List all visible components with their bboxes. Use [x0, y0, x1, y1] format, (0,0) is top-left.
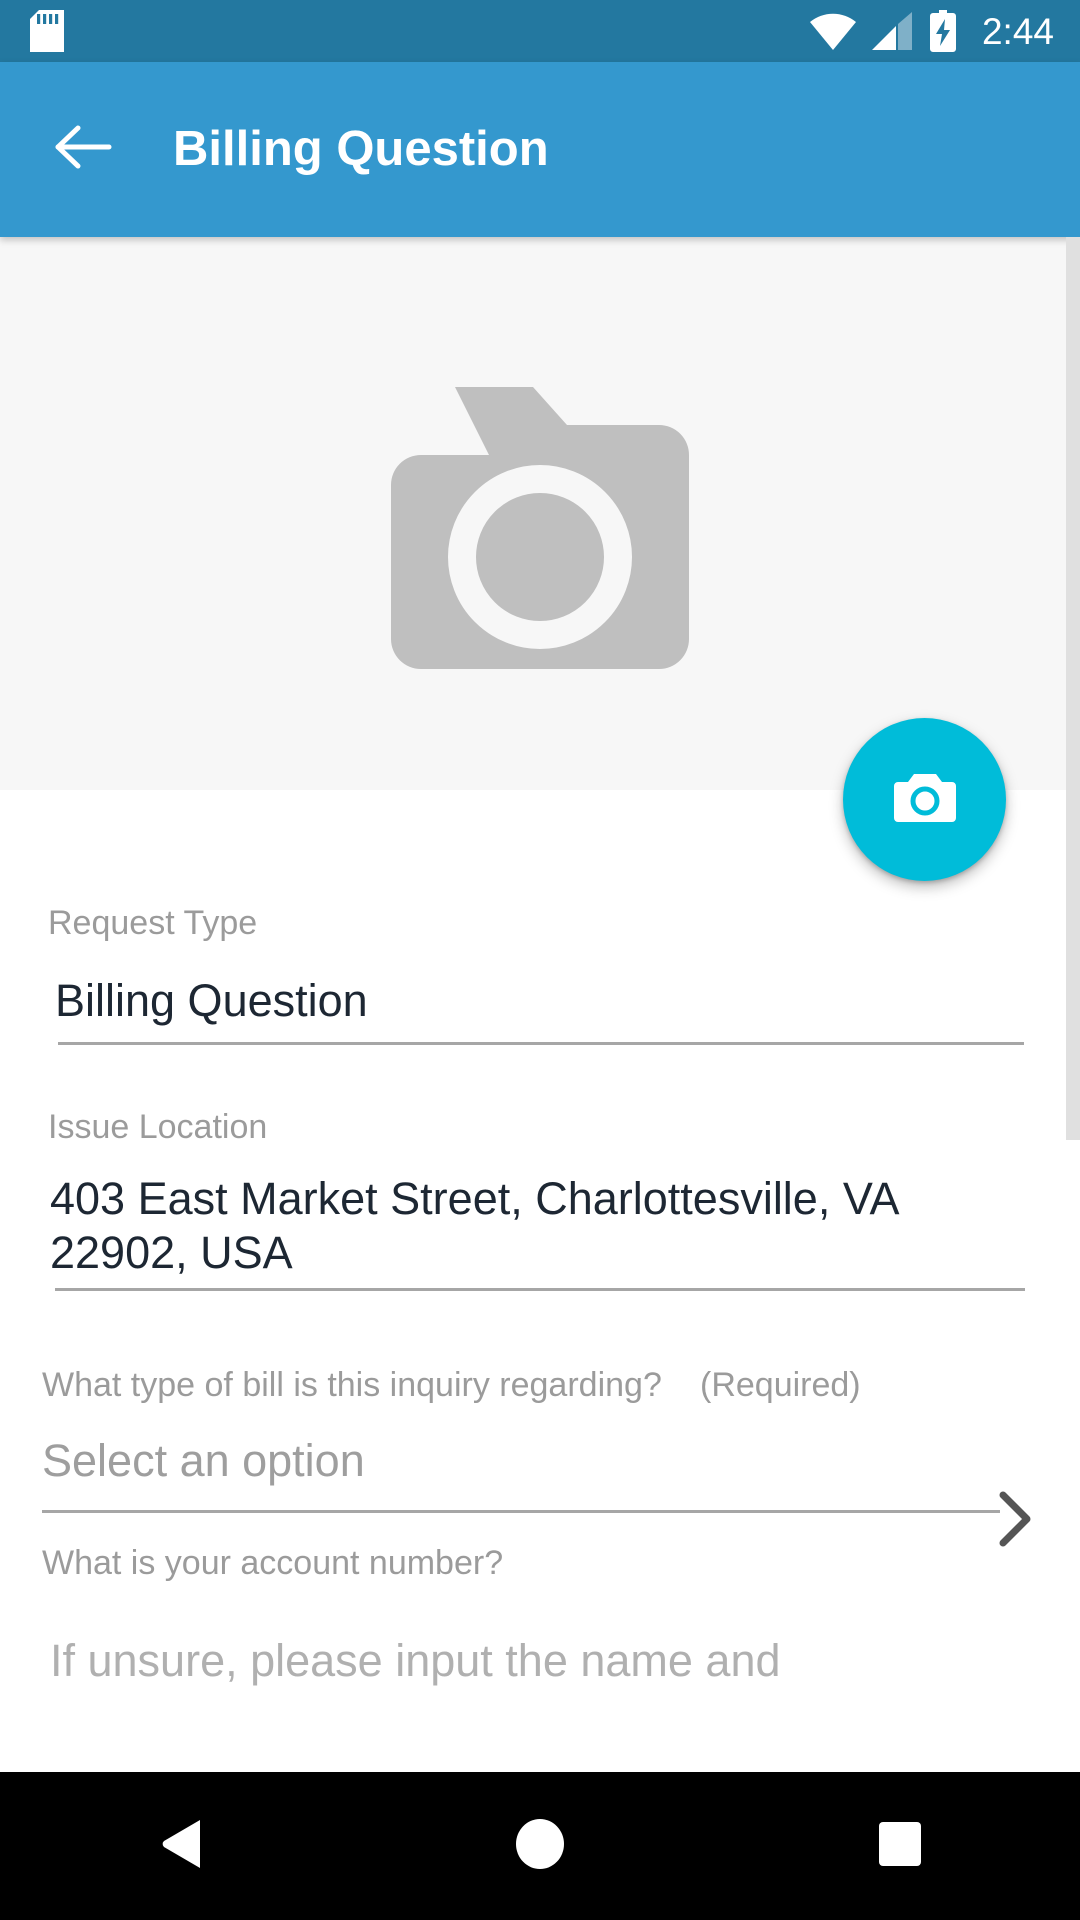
app-screen: 2:44 Billing Question Request Type Billi… — [0, 0, 1080, 1920]
issue-location-label: Issue Location — [48, 1108, 268, 1146]
cellular-signal-icon — [871, 12, 914, 50]
nav-home-button[interactable] — [360, 1772, 720, 1920]
scrollbar-thumb[interactable] — [1066, 237, 1080, 1140]
nav-recents-square-icon — [877, 1820, 923, 1873]
nav-back-triangle-icon — [158, 1818, 202, 1875]
page-title: Billing Question — [173, 122, 549, 176]
back-button[interactable] — [48, 115, 118, 185]
bill-type-label: What type of bill is this inquiry regard… — [42, 1366, 662, 1404]
photo-preview-area[interactable] — [0, 237, 1080, 790]
request-type-value[interactable]: Billing Question — [55, 968, 368, 1034]
android-navigation-bar — [0, 1772, 1080, 1920]
nav-back-button[interactable] — [0, 1772, 360, 1920]
camera-placeholder-icon — [365, 359, 715, 669]
issue-location-value-line2[interactable]: 22902, USA — [50, 1220, 293, 1286]
bill-type-underline — [42, 1510, 1000, 1513]
bill-type-select-placeholder[interactable]: Select an option — [42, 1438, 365, 1483]
status-bar-right-icons: 2:44 — [809, 10, 1054, 52]
request-type-underline — [58, 1042, 1024, 1045]
status-bar-left-icons — [30, 10, 64, 52]
issue-location-underline — [55, 1288, 1025, 1291]
request-type-label: Request Type — [48, 904, 258, 942]
account-number-helper-text[interactable]: If unsure, please input the name and — [50, 1638, 781, 1683]
request-form: Request Type Billing Question Issue Loca… — [0, 790, 1080, 1770]
bill-type-required-tag: (Required) — [700, 1366, 861, 1404]
status-bar: 2:44 — [0, 0, 1080, 62]
nav-recents-button[interactable] — [720, 1772, 1080, 1920]
status-bar-clock: 2:44 — [981, 10, 1054, 52]
sd-card-icon — [30, 10, 64, 52]
account-number-label: What is your account number? — [42, 1544, 504, 1582]
wifi-icon — [809, 12, 856, 50]
arrow-left-icon — [54, 124, 112, 175]
nav-home-circle-icon — [514, 1818, 566, 1875]
app-bar: Billing Question — [0, 62, 1080, 237]
chevron-right-icon[interactable] — [995, 1490, 1035, 1548]
take-photo-fab[interactable] — [843, 718, 1006, 881]
battery-charging-icon — [929, 10, 956, 52]
camera-icon — [893, 770, 956, 829]
